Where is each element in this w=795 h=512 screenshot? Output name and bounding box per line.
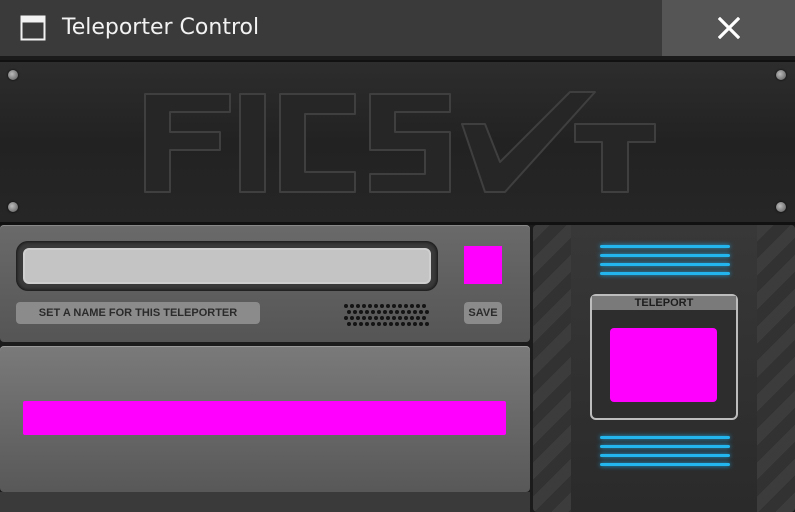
- destination-panel: [0, 346, 530, 492]
- name-input-frame: [16, 241, 438, 291]
- screw-icon: [776, 70, 786, 80]
- speaker-grille-icon: [344, 304, 429, 326]
- name-hint-label: SET A NAME FOR THIS TELEPORTER: [16, 302, 260, 324]
- screw-icon: [8, 202, 18, 212]
- window-icon: [20, 15, 46, 41]
- title-bar: Teleporter Control: [0, 0, 795, 56]
- bottom-strip: [0, 492, 530, 512]
- screw-icon: [776, 202, 786, 212]
- save-button[interactable]: SAVE: [464, 302, 502, 324]
- ficsit-banner: [0, 60, 795, 225]
- name-panel: [0, 225, 530, 342]
- close-button[interactable]: [662, 0, 795, 56]
- close-icon: [717, 17, 740, 39]
- teleport-button[interactable]: [610, 328, 717, 402]
- teleport-panel: TELEPORT: [590, 294, 738, 420]
- light-bars-bottom: [600, 436, 730, 472]
- color-swatch[interactable]: [464, 246, 502, 284]
- ficsit-logo: [144, 91, 656, 193]
- teleporter-name-input[interactable]: [23, 248, 431, 284]
- destination-bar[interactable]: [23, 401, 506, 435]
- window-title: Teleporter Control: [62, 15, 260, 40]
- hazard-stripe: [757, 225, 795, 512]
- hazard-stripe: [533, 225, 571, 512]
- teleport-label: TELEPORT: [592, 296, 736, 310]
- screw-icon: [8, 70, 18, 80]
- light-bars-top: [600, 245, 730, 281]
